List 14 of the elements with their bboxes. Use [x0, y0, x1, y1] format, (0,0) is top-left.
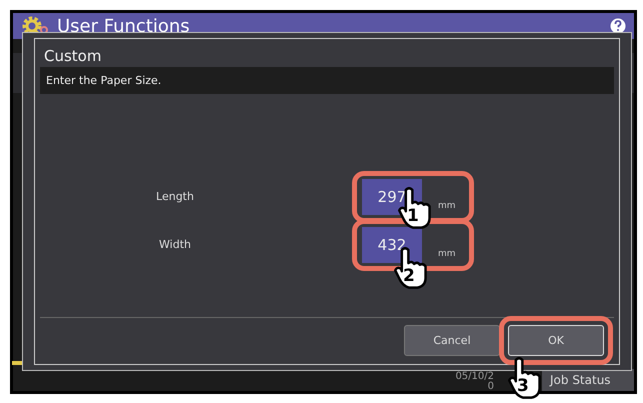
job-status-button[interactable]: Job Status	[542, 369, 634, 391]
message-bar: Enter the Paper Size.	[40, 67, 614, 94]
status-date: 05/10/2	[455, 372, 494, 382]
input-field[interactable]: 432	[362, 226, 422, 262]
window-title: User Functions	[57, 16, 190, 36]
field-label: Width	[158, 238, 192, 251]
unit-label: mm	[438, 248, 456, 260]
dialog-title: Custom	[43, 46, 102, 67]
status-time: 0	[488, 382, 494, 392]
field-label: Length	[155, 190, 195, 203]
unit-label: mm	[438, 200, 456, 212]
step-number: 3	[517, 376, 529, 396]
step-number: 2	[403, 266, 415, 286]
dialog-button[interactable]: Cancel	[404, 325, 500, 356]
